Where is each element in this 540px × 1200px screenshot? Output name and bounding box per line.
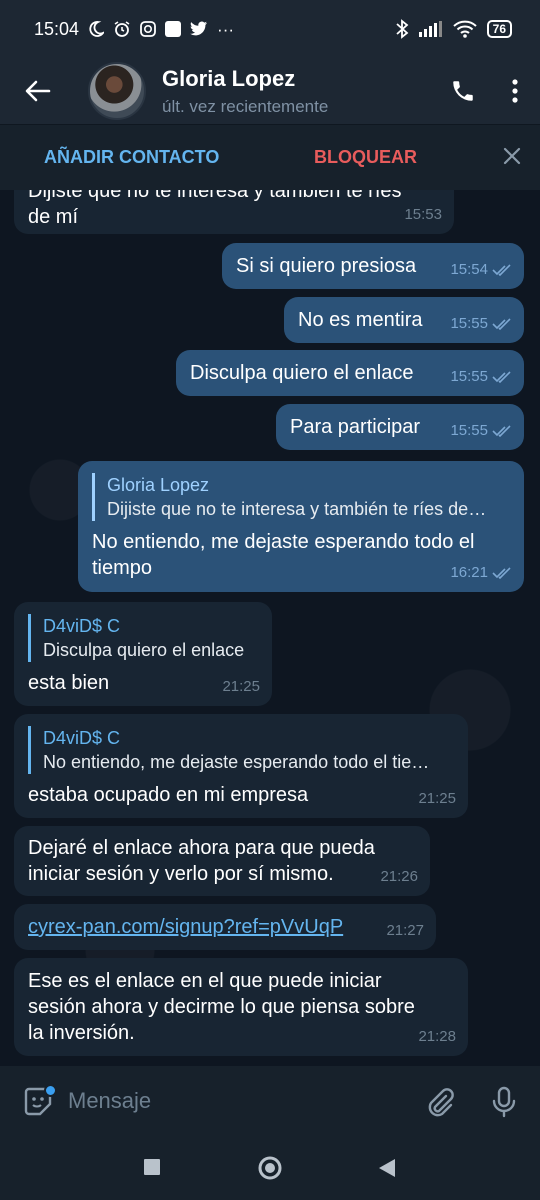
back-button[interactable] — [0, 80, 76, 102]
message-incoming[interactable]: Ese es el enlace en el que puede iniciar… — [14, 958, 468, 1056]
status-time: 15:04 — [34, 18, 80, 39]
signal-icon — [418, 21, 442, 37]
block-button[interactable]: BLOQUEAR — [314, 147, 417, 168]
message-text: No entiendo, me dejaste esperando todo e… — [92, 531, 475, 553]
message-outgoing[interactable]: Si si quiero presiosa 15:54 — [222, 243, 524, 289]
unknown-contact-actions: AÑADIR CONTACTO BLOQUEAR — [0, 124, 540, 190]
message-text: la inversión. — [28, 1022, 135, 1044]
double-check-icon — [492, 318, 511, 330]
reply-text: Dijiste que no te interesa y también te … — [107, 499, 487, 519]
bluetooth-icon — [396, 19, 409, 39]
chat-title-block[interactable]: Gloria Lopez últ. vez recientemente — [162, 66, 450, 117]
contact-name: Gloria Lopez — [162, 65, 296, 91]
reply-quote[interactable]: D4viD$ C Disculpa quiero el enlace — [28, 614, 258, 662]
app-square-icon — [165, 21, 182, 37]
message-incoming[interactable]: D4viD$ C No entiendo, me dejaste esperan… — [14, 714, 468, 818]
reply-author: D4viD$ C — [43, 616, 121, 636]
double-check-icon — [492, 371, 511, 383]
double-check-icon — [492, 264, 511, 276]
message-time: 16:21 — [450, 564, 488, 581]
reply-text: Disculpa quiero el enlace — [43, 640, 245, 660]
message-outgoing[interactable]: No es mentira 15:55 — [284, 297, 524, 343]
message-incoming[interactable]: cyrex-pan.com/signup?ref=pVvUqP 21:27 — [14, 904, 436, 950]
double-check-icon — [492, 425, 511, 437]
battery-level: 76 — [486, 20, 512, 38]
close-icon[interactable] — [502, 146, 522, 166]
instagram-icon — [140, 21, 156, 37]
message-text: iniciar sesión y verlo por sí mismo. — [28, 863, 334, 885]
reply-quote[interactable]: D4viD$ C No entiendo, me dejaste esperan… — [28, 726, 454, 774]
message-text: sesión ahora y decirme lo que piensa sob… — [28, 996, 415, 1018]
back-arrow-icon — [25, 80, 51, 102]
avatar[interactable] — [88, 62, 146, 120]
message-text: tiempo — [92, 557, 153, 579]
message-text: Dejaré el enlace ahora para que pueda — [28, 837, 375, 859]
message-text: estaba ocupado en mi empresa — [28, 784, 309, 806]
message-time: 21:27 — [386, 922, 424, 939]
back-triangle-icon[interactable] — [378, 1158, 396, 1178]
last-seen-status: últ. vez recientemente — [162, 96, 329, 116]
message-time: 15:53 — [404, 206, 442, 223]
twitter-icon — [190, 21, 208, 36]
message-text: de mí — [28, 206, 79, 228]
attach-icon[interactable] — [424, 1086, 456, 1118]
moon-icon — [89, 21, 105, 37]
message-text: Dijiste que no te interesa y también te … — [28, 190, 402, 202]
message-input[interactable]: Mensaje — [68, 1088, 151, 1114]
alarm-icon — [114, 21, 130, 37]
message-outgoing[interactable]: Gloria Lopez Dijiste que no te interesa … — [78, 461, 524, 592]
message-incoming[interactable]: Dejaré el enlace ahora para que pueda in… — [14, 826, 430, 896]
new-sticker-badge — [44, 1084, 57, 1097]
system-nav-bar — [0, 1136, 540, 1200]
message-outgoing[interactable]: Disculpa quiero el enlace 15:55 — [176, 350, 524, 396]
recents-square-icon[interactable] — [143, 1158, 161, 1176]
message-link[interactable]: cyrex-pan.com/signup?ref=pVvUqP — [28, 916, 343, 938]
wifi-icon — [452, 20, 477, 38]
add-contact-button[interactable]: AÑADIR CONTACTO — [44, 147, 219, 168]
phone-icon[interactable] — [450, 78, 476, 104]
message-time: 21:28 — [418, 1028, 456, 1045]
chat-header: Gloria Lopez últ. vez recientemente — [0, 58, 540, 124]
message-time: 21:26 — [380, 868, 418, 885]
message-time: 21:25 — [222, 678, 260, 695]
status-bar: 15:04 ··· 76 — [0, 0, 540, 58]
message-time: 15:54 — [450, 261, 488, 278]
message-time: 15:55 — [450, 368, 488, 385]
message-time: 15:55 — [450, 422, 488, 439]
reply-quote[interactable]: Gloria Lopez Dijiste que no te interesa … — [92, 473, 510, 521]
message-list[interactable]: Dijiste que no te interesa y también te … — [0, 190, 540, 1066]
mic-icon[interactable] — [490, 1086, 518, 1118]
reply-text: No entiendo, me dejaste esperando todo e… — [43, 752, 430, 772]
reply-author: D4viD$ C — [43, 728, 121, 748]
more-icon[interactable] — [512, 79, 518, 103]
more-notifications-icon: ··· — [217, 19, 235, 39]
home-circle-icon[interactable] — [257, 1155, 283, 1181]
message-time: 21:25 — [418, 790, 456, 807]
double-check-icon — [492, 567, 511, 579]
message-text: Ese es el enlace en el que puede iniciar — [28, 970, 382, 992]
composer: Mensaje — [0, 1066, 540, 1136]
message-incoming[interactable]: D4viD$ C Disculpa quiero el enlace esta … — [14, 602, 272, 706]
message-outgoing[interactable]: Para participar 15:55 — [276, 404, 524, 450]
reply-author: Gloria Lopez — [107, 475, 210, 495]
message-time: 15:55 — [450, 315, 488, 332]
message-incoming[interactable]: Dijiste que no te interesa y también te … — [14, 190, 454, 234]
